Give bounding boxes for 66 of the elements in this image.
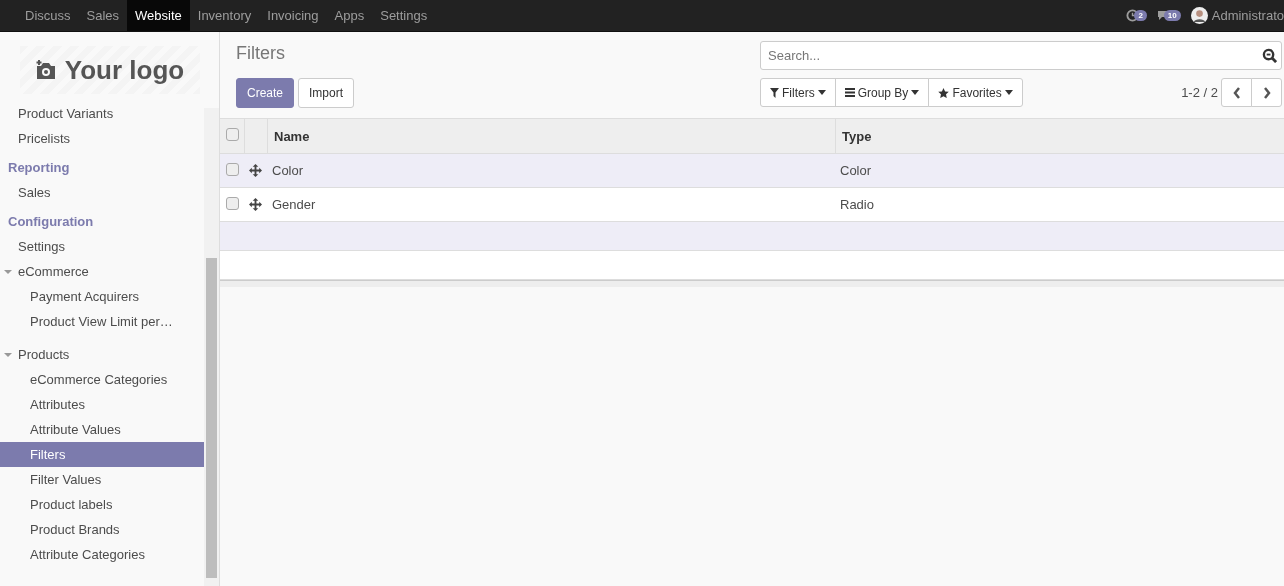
activity-button[interactable]: 2 [1126,9,1147,22]
menu-item[interactable]: Pricelists [0,126,204,151]
menu-folder[interactable]: eCommerce [0,259,204,284]
pager-value: 1-2 / 2 [1181,85,1218,100]
menu-item[interactable]: Settings [0,234,204,259]
star-icon [938,87,950,98]
app-menu-item[interactable]: Website [127,0,190,31]
user-menu[interactable]: Administrato [1190,7,1284,24]
search-input[interactable]: Search... [766,47,1262,64]
table-cell-text: Color [839,163,873,178]
menu-section-heading: Reporting [7,159,71,177]
table-cell-text: Color [271,163,305,178]
menu-folder[interactable]: Products [0,342,204,367]
menu-item[interactable]: Product Brands [0,517,204,542]
row-checkbox[interactable] [226,196,239,210]
app-menu-item[interactable]: Sales [78,0,128,31]
menu-section-heading: Configuration [7,213,95,231]
app-menu-item[interactable]: Apps [326,0,373,31]
app-menu-item[interactable]: Settings [372,0,436,31]
drag-handle-icon[interactable] [249,198,262,211]
menu-item[interactable]: Attribute Values [0,417,204,442]
next-button[interactable] [1251,78,1282,107]
menu-item[interactable]: Payment Acquirers [0,284,204,309]
caret-icon [1004,90,1013,95]
column-header[interactable]: Type [835,119,1284,153]
search-option-button[interactable]: Favorites [928,78,1023,107]
app-menu-item[interactable]: Inventory [189,0,260,31]
app-menu-item[interactable]: Invoicing [259,0,327,31]
menu-item[interactable]: Product labels [0,492,204,517]
menu-item[interactable]: Attributes [0,392,204,417]
chevron-right-icon [1262,86,1271,99]
menu-item[interactable]: Product Variants [0,108,204,126]
search-option-button[interactable]: Filters [760,78,836,107]
count-badge: 10 [1163,10,1181,21]
list-icon [844,88,855,97]
scrollbar[interactable] [204,108,219,586]
import-button[interactable]: Import [298,78,355,108]
page-title: Filters [236,42,286,64]
column-header[interactable]: Name [267,119,835,153]
count-badge: 2 [1134,10,1147,21]
messages-button[interactable]: 10 [1156,10,1181,21]
table-cell-text: Radio [839,197,875,212]
table-cell-text: Gender [271,197,317,212]
search-option-button[interactable]: Group By [834,78,930,107]
previous-button[interactable] [1221,78,1252,107]
caret-icon [4,267,12,276]
drag-handle-icon[interactable] [249,164,262,177]
menu-item[interactable]: Filter Values [0,467,204,492]
menu-item[interactable]: Product View Limit per… [0,309,204,334]
filter-icon [770,87,779,98]
caret-icon [911,90,920,95]
logo: Your logo [19,46,200,94]
create-button[interactable]: Create [236,78,295,108]
caret-icon [817,90,826,95]
chevron-left-icon [1232,86,1241,99]
row-checkbox[interactable] [226,162,239,176]
menu-item[interactable]: eCommerce Categories [0,367,204,392]
search-icon [1262,48,1277,63]
select-all-checkbox[interactable] [226,128,239,141]
menu-item[interactable]: Sales [0,180,204,205]
avatar-icon [1190,7,1208,24]
app-menu-item[interactable]: Discuss [17,0,79,31]
menu-item[interactable]: Attribute Categories [0,542,204,567]
caret-icon [4,350,12,359]
search-field[interactable]: Search... [760,41,1282,70]
menu-item[interactable]: Filters [0,442,204,467]
